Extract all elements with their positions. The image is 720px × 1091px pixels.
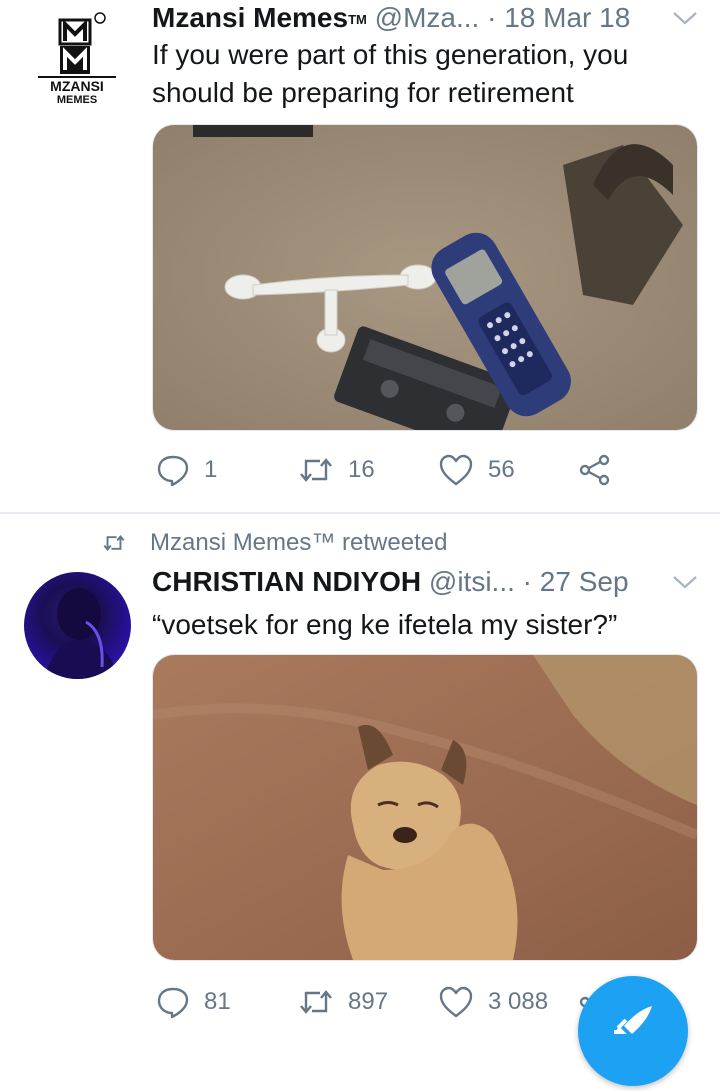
tweet-actions: 81 897 3 088: [152, 982, 622, 1022]
like-icon: [439, 986, 473, 1018]
reply-icon: [157, 987, 189, 1019]
avatar[interactable]: MZANSI MEMES: [34, 12, 120, 112]
separator: ·: [522, 566, 532, 597]
retweet-icon: [300, 458, 332, 482]
media-photo: [153, 125, 697, 430]
tweet-media[interactable]: [152, 654, 698, 961]
reply-button[interactable]: 1: [156, 450, 217, 490]
logo-line2: MEMES: [57, 94, 97, 106]
separator: ·: [487, 2, 497, 33]
logo-line1: MZANSI: [50, 78, 104, 94]
compose-tweet-button[interactable]: [578, 976, 688, 1086]
avatar-photo: [44, 588, 119, 679]
like-icon: [439, 454, 473, 486]
trademark: TM: [348, 12, 367, 27]
reply-count: 1: [204, 456, 218, 483]
reply-icon: [157, 455, 189, 487]
media-photo: [153, 655, 697, 960]
author-name[interactable]: CHRISTIAN NDIYOH: [152, 566, 421, 597]
like-button[interactable]: 3 088: [438, 982, 548, 1022]
tweet-date[interactable]: 18 Mar 18: [504, 2, 630, 33]
author-handle[interactable]: @itsi...: [429, 566, 515, 597]
retweet-button[interactable]: 16: [298, 450, 375, 490]
author-handle[interactable]: @Mza...: [375, 2, 480, 33]
tweet-text-line: If you were part of this generation, you: [152, 39, 629, 70]
author-name[interactable]: Mzansi Memes: [152, 2, 348, 33]
tweet-media[interactable]: [152, 124, 698, 431]
compose-icon: [614, 1006, 652, 1034]
share-icon: [579, 454, 610, 486]
tweet-text-line: “voetsek for eng ke ifetela my sister?”: [152, 609, 618, 640]
retweet-count: 897: [348, 988, 389, 1015]
chevron-down-icon[interactable]: [670, 6, 700, 30]
reply-button[interactable]: 81: [156, 982, 231, 1022]
mzansi-memes-logo: MZANSI MEMES: [38, 12, 116, 106]
retweeted-by-label: Mzansi Memes™ retweeted: [150, 529, 448, 556]
tweet-actions: 1 16 56: [152, 450, 622, 490]
share-button[interactable]: [578, 450, 626, 490]
chevron-down-icon[interactable]: [670, 570, 700, 594]
tweet-text-line: should be preparing for retirement: [152, 77, 574, 108]
like-count: 56: [488, 456, 515, 483]
tweet-date[interactable]: 27 Sep: [540, 566, 629, 597]
tweet-header: Mzansi MemesTM @Mza... · 18 Mar 18: [152, 2, 700, 38]
avatar[interactable]: [24, 572, 131, 679]
tweet[interactable]: Mzansi Memes™ retweeted CHRISTIAN NDIYOH…: [0, 514, 720, 1028]
retweet-button[interactable]: 897: [298, 982, 388, 1022]
retweet-icon: [103, 535, 125, 551]
retweet-context[interactable]: Mzansi Memes™ retweeted: [100, 528, 447, 558]
retweet-count: 16: [348, 456, 375, 483]
tweet-header: CHRISTIAN NDIYOH @itsi... · 27 Sep: [152, 566, 700, 602]
retweet-icon: [300, 990, 332, 1014]
reply-count: 81: [204, 988, 231, 1015]
like-button[interactable]: 56: [438, 450, 515, 490]
like-count: 3 088: [488, 988, 549, 1015]
tweet[interactable]: MZANSI MEMES Mzansi MemesTM @Mza... · 18…: [0, 0, 720, 512]
